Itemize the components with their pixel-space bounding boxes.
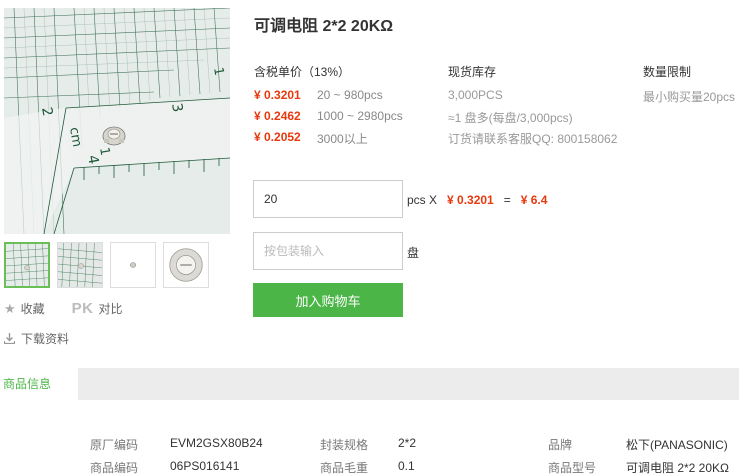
download-datasheet-button[interactable]: 下载资料 (3, 330, 70, 347)
product-title: 可调电阻 2*2 20KΩ (254, 18, 394, 35)
favorite-button[interactable]: ★ 收藏 (4, 300, 45, 317)
limit-text: 最小购买量20pcs (643, 90, 736, 104)
add-to-cart-button[interactable]: 加入购物车 (253, 283, 403, 317)
compare-button[interactable]: 对比 (99, 300, 123, 317)
price-tier-3: ¥ 0.2052 3000以上 (254, 130, 368, 147)
tab-product-info[interactable]: 商品信息 (0, 368, 78, 400)
thumbnail-2-image (58, 243, 102, 287)
thumbnail-1-image (6, 244, 48, 286)
spec-value-package: 2*2 (398, 436, 417, 450)
price-tier-2-range: 1000 ~ 2980pcs (317, 109, 403, 123)
spec-label-weight: 商品毛重 (320, 461, 369, 475)
pack-unit: 盘 (407, 246, 420, 260)
stock-reels: ≈1 盘多(每盘/3,000pcs) (448, 111, 573, 125)
price-header: 含税单价（13%） (254, 65, 351, 79)
calc-unit-price: ¥ 0.3201 (447, 193, 494, 207)
download-icon (3, 333, 16, 345)
price-tier-1: ¥ 0.3201 20 ~ 980pcs (254, 88, 383, 102)
stock-contact: 订货请联系客服QQ: 800158062 (448, 132, 618, 146)
pack-quantity-input[interactable] (253, 232, 403, 270)
spec-label-package: 封装规格 (320, 438, 369, 452)
spec-value-product-code: 06PS016141 (170, 459, 240, 473)
info-tab-bar: 商品信息 (0, 368, 739, 400)
price-tier-3-range: 3000以上 (317, 132, 368, 146)
product-actions: ★ 收藏 PK 对比 (4, 300, 123, 317)
stock-header: 现货库存 (448, 65, 497, 79)
stock-quantity: 3,000PCS (448, 88, 503, 102)
quantity-input[interactable] (253, 180, 403, 218)
spec-value-original-code: EVM2GSX80B24 (170, 436, 263, 450)
thumbnail-3-image (111, 243, 155, 287)
price-tier-3-price: ¥ 0.2052 (254, 130, 301, 144)
quantity-unit: pcs X (407, 193, 438, 207)
star-icon: ★ (4, 300, 16, 316)
thumbnail-3[interactable] (110, 242, 156, 288)
price-calculation: pcs X ¥ 0.3201 = ¥ 6.4 (407, 193, 547, 207)
thumbnail-2[interactable] (57, 242, 103, 288)
thumbnail-4[interactable] (163, 242, 209, 288)
calc-equals: = (503, 193, 511, 207)
limit-header: 数量限制 (643, 65, 692, 79)
spec-value-weight: 0.1 (398, 459, 415, 473)
spec-value-brand: 松下(PANASONIC) (626, 438, 728, 452)
thumbnail-4-image (164, 243, 208, 287)
product-photo: 2 3 4 cm 1 1 (4, 8, 230, 234)
price-tier-1-price: ¥ 0.3201 (254, 88, 301, 102)
favorite-label: 收藏 (20, 302, 45, 316)
pk-icon: PK (71, 300, 94, 317)
spec-label-model: 商品型号 (548, 461, 597, 475)
spec-label-original-code: 原厂编码 (90, 438, 139, 452)
product-main-image: 2 3 4 cm 1 1 (4, 8, 230, 234)
calc-total: ¥ 6.4 (520, 193, 548, 207)
spec-value-model: 可调电阻 2*2 20KΩ (626, 461, 730, 475)
thumbnail-strip (4, 242, 209, 288)
price-tier-2-price: ¥ 0.2462 (254, 109, 301, 123)
price-tier-2: ¥ 0.2462 1000 ~ 2980pcs (254, 109, 403, 123)
download-label: 下载资料 (21, 332, 70, 346)
spec-label-product-code: 商品编码 (90, 461, 139, 475)
spec-label-brand: 品牌 (548, 438, 573, 452)
price-tier-1-range: 20 ~ 980pcs (317, 88, 383, 102)
thumbnail-1[interactable] (4, 242, 50, 288)
